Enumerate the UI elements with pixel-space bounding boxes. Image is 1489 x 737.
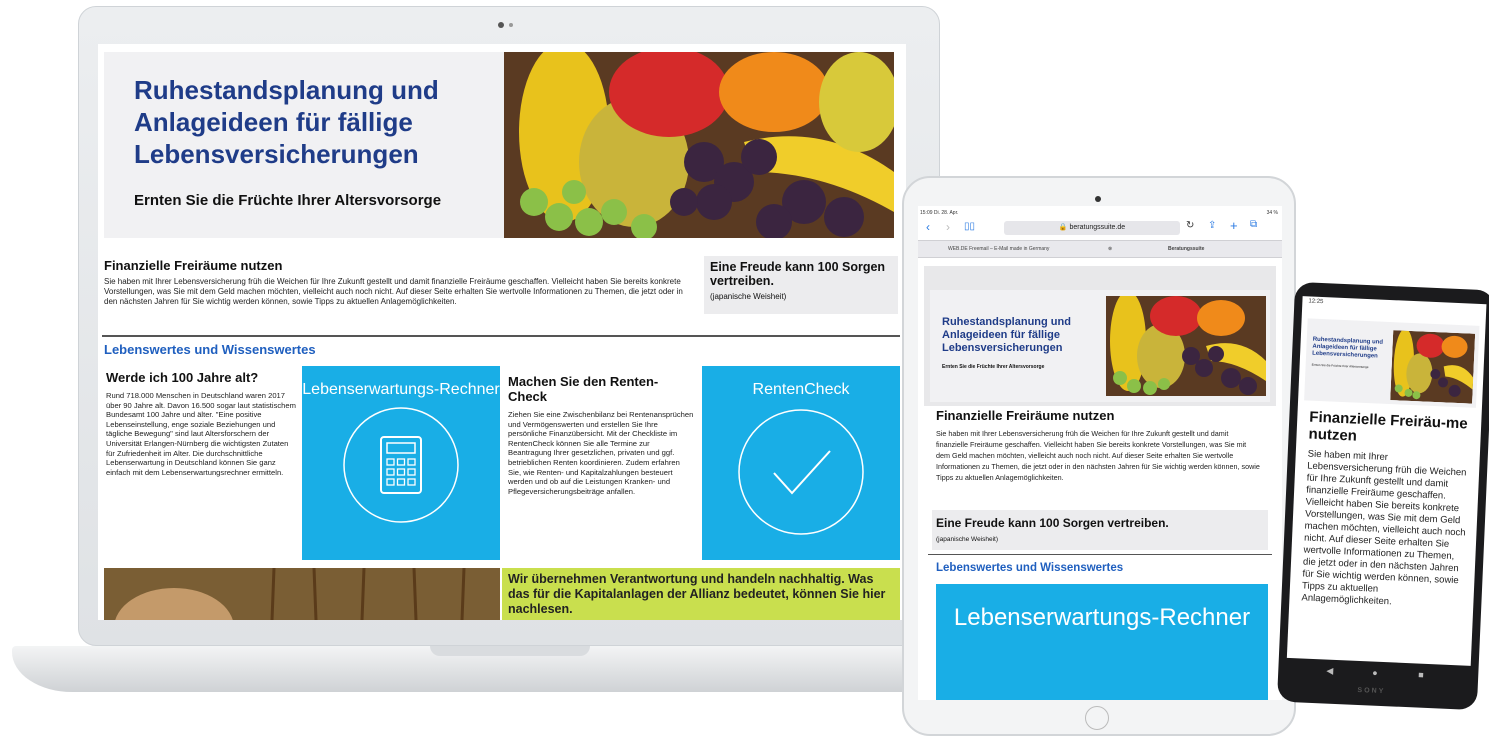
sustainability-banner[interactable]: Wir übernehmen Verantwortung und handeln… [502, 568, 900, 620]
tablet-hero-title: Ruhestandsplanung und Anlageideen für fä… [942, 316, 1071, 354]
tab-close-icon[interactable]: ⊗ [1108, 241, 1112, 257]
laptop-notch [430, 646, 590, 656]
new-tab-icon[interactable]: + [1230, 218, 1238, 233]
phone-screen: 12:25 Ruhestandsplanung und Anlageideen … [1286, 296, 1487, 666]
tablet-life-expectancy-tile[interactable]: Lebenserwartungs-Rechner [936, 584, 1268, 700]
tablet-page: Ruhestandsplanung und Anlageideen für fä… [924, 266, 1276, 700]
recents-square-icon[interactable]: ■ [1418, 670, 1424, 680]
divider [102, 335, 900, 337]
laptop-screen: Ruhestandsplanung und Anlageideen für fä… [98, 44, 906, 620]
phone-fruit-image [1390, 330, 1476, 404]
back-icon[interactable]: ‹ [926, 220, 930, 234]
laptop-camera [498, 22, 504, 28]
phone-brand-logo: SONY [1357, 686, 1386, 696]
tab-beratungssuite[interactable]: Beratungssuite [1168, 241, 1204, 257]
phone-hero: Ruhestandsplanung und Anlageideen für fä… [1304, 318, 1480, 408]
forward-icon[interactable]: › [946, 220, 950, 234]
phone-hero-subtitle: Ernten Sie die Früchte Ihrer Altersvorso… [1311, 362, 1369, 370]
rentencheck-tile-title: RentenCheck [752, 381, 850, 398]
home-circle-icon[interactable]: ● [1372, 668, 1378, 678]
tablet-home-button[interactable] [1085, 706, 1109, 730]
tablet-screen: 15:09 Di. 28. Apr. 34 % ‹ › ▯▯ 🔒 beratun… [918, 206, 1282, 700]
forest-image [104, 568, 500, 620]
tablet-battery-level: 34 % [1266, 210, 1278, 216]
phone-section-text: Sie haben mit Ihrer Lebensversicherung f… [1301, 448, 1467, 608]
tablet-section-text: Sie haben mit Ihrer Lebensversicherung f… [936, 429, 1260, 482]
tabs-icon[interactable]: ⧉ [1250, 219, 1257, 230]
phone-section-title: Finanzielle Freiräu-me nutzen [1308, 408, 1468, 445]
financial-section-title: Finanzielle Freiräume nutzen [104, 258, 283, 273]
financial-section-text: Sie haben mit Ihrer Lebensversicherung f… [104, 277, 683, 306]
tablet-hero-subtitle: Ernten Sie die Früchte Ihrer Altersvorso… [942, 364, 1045, 370]
tablet-hero: Ruhestandsplanung und Anlageideen für fä… [930, 290, 1270, 402]
tab-webde[interactable]: WEB.DE Freemail – E-Mail made in Germany [948, 241, 1049, 257]
financial-section: Finanzielle Freiräume nutzen Sie haben m… [104, 258, 694, 307]
device-mockup-stage: Ruhestandsplanung und Anlageideen für fä… [0, 0, 1489, 737]
rentencheck-column: Machen Sie den Renten-Check Ziehen Sie e… [508, 374, 694, 496]
hero-banner: Ruhestandsplanung und Anlageideen für fä… [104, 52, 894, 238]
age-column-title: Werde ich 100 Jahre alt? [106, 370, 259, 385]
tablet-url-text: beratungssuite.de [1069, 224, 1126, 231]
hero-subtitle: Ernten Sie die Früchte Ihrer Altersvorso… [134, 192, 442, 209]
reload-icon[interactable]: ↻ [1186, 220, 1194, 231]
tablet-camera [1095, 196, 1101, 202]
tablet-fruit-image [1106, 296, 1266, 396]
age-column-text: Rund 718.000 Menschen in Deutschland war… [106, 391, 296, 477]
phone-status-time: 12:25 [1308, 298, 1324, 306]
quote-source: (japanische Weisheit) [710, 292, 787, 301]
life-expectancy-tile-title: Lebenserwartungs-Rechner [302, 381, 500, 398]
checkmark-icon [738, 409, 864, 535]
age-column: Werde ich 100 Jahre alt? Rund 718.000 Me… [106, 370, 296, 477]
calculator-icon [343, 407, 459, 523]
rentencheck-column-title: Machen Sie den Renten-Check [508, 374, 659, 404]
tablet-status-time: 15:09 Di. 28. Apr. [920, 210, 959, 216]
rentencheck-column-text: Ziehen Sie eine Zwischenbilanz bei Rente… [508, 410, 694, 496]
laptop-camera-light [509, 23, 513, 27]
tablet-quote-title: Eine Freude kann 100 Sorgen vertreiben. [936, 516, 1169, 530]
tablet-divider [928, 554, 1272, 555]
tablet-lebenswertes-heading: Lebenswertes und Wissenswertes [936, 562, 1124, 574]
life-expectancy-calculator-tile[interactable]: Lebenserwartungs-Rechner [302, 366, 500, 560]
tablet-tab-strip: WEB.DE Freemail – E-Mail made in Germany… [918, 240, 1282, 258]
fruit-image [504, 52, 894, 238]
lebenswertes-heading: Lebenswertes und Wissenswertes [104, 342, 316, 357]
tablet-quote-box: Eine Freude kann 100 Sorgen vertreiben. … [932, 510, 1268, 550]
phone-frame: 12:25 Ruhestandsplanung und Anlageideen … [1276, 281, 1489, 711]
rentencheck-tile[interactable]: RentenCheck [702, 366, 900, 560]
tablet-url-bar[interactable]: 🔒 beratungssuite.de [1004, 221, 1180, 235]
tablet-quote-source: (japanische Weisheit) [936, 536, 999, 543]
back-triangle-icon[interactable]: ◀ [1326, 666, 1333, 677]
lock-icon: 🔒 [1058, 224, 1068, 231]
hero-title: Ruhestandsplanung und Anlageideen für fä… [134, 75, 439, 169]
quote-title: Eine Freude kann 100 Sorgen vertreiben. [710, 260, 886, 288]
tablet-section-title: Finanzielle Freiräume nutzen [936, 408, 1115, 423]
phone-hero-title: Ruhestandsplanung und Anlageideen für fä… [1312, 336, 1384, 360]
bookmarks-icon[interactable]: ▯▯ [964, 221, 975, 232]
quote-box: Eine Freude kann 100 Sorgen vertreiben. … [704, 256, 898, 314]
share-icon[interactable]: ⇪ [1208, 220, 1216, 231]
